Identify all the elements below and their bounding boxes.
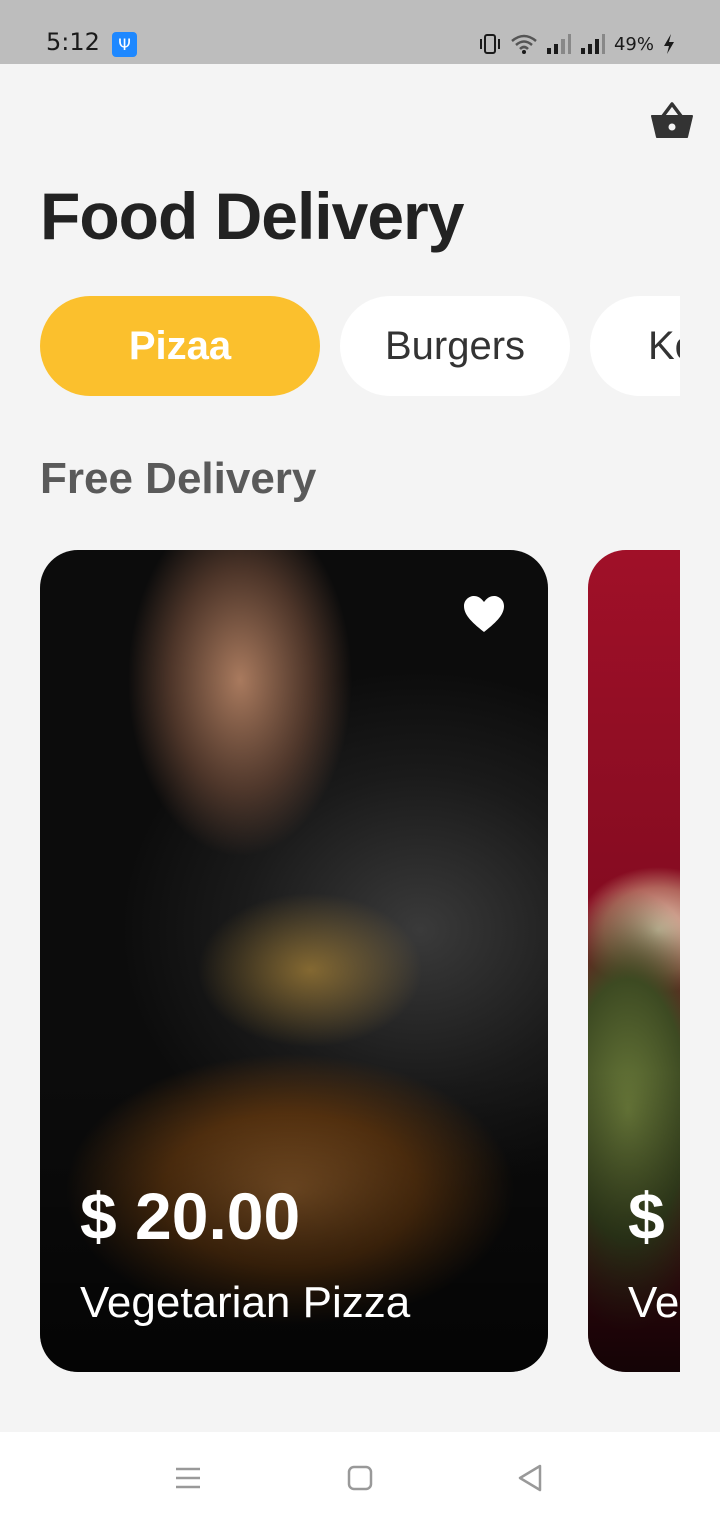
category-chip-partial[interactable]: Ke [590, 296, 680, 396]
product-price: $ 20.00 [80, 1179, 301, 1253]
home-button[interactable] [340, 1458, 380, 1498]
usb-icon: Ψ [112, 32, 137, 57]
status-icons: 49% [478, 30, 676, 58]
back-icon [518, 1464, 542, 1492]
cart-button[interactable] [648, 96, 696, 144]
wifi-icon [511, 34, 537, 54]
charging-icon [664, 34, 674, 54]
category-chip-burgers[interactable]: Burgers [340, 296, 570, 396]
status-bar: 5:12 Ψ 49% [0, 0, 720, 64]
heart-icon [464, 596, 504, 632]
category-chip-pizza[interactable]: Pizaa [40, 296, 320, 396]
battery-level: 49% [613, 33, 654, 55]
product-carousel: $ 20.00 Vegetarian Pizza $ Ve [40, 550, 680, 1372]
signal-icon [580, 34, 605, 54]
signal-icon [546, 34, 571, 54]
section-title: Free Delivery [40, 454, 317, 503]
menu-icon [176, 1467, 200, 1489]
status-time: 5:12 [46, 28, 100, 56]
product-card[interactable]: $ Ve [588, 550, 680, 1372]
system-nav-bar [0, 1432, 720, 1520]
home-icon [347, 1465, 373, 1491]
product-name: Ve [628, 1278, 680, 1327]
recents-button[interactable] [168, 1458, 208, 1498]
product-card[interactable]: $ 20.00 Vegetarian Pizza [40, 550, 548, 1372]
category-list: Pizaa Burgers Ke [40, 296, 680, 396]
vibrate-icon [479, 34, 500, 54]
basket-icon [651, 102, 693, 138]
page-title: Food Delivery [40, 179, 464, 253]
product-name: Vegetarian Pizza [80, 1278, 411, 1327]
back-button[interactable] [510, 1458, 550, 1498]
product-price: $ [628, 1179, 665, 1253]
favorite-button[interactable] [460, 590, 508, 638]
